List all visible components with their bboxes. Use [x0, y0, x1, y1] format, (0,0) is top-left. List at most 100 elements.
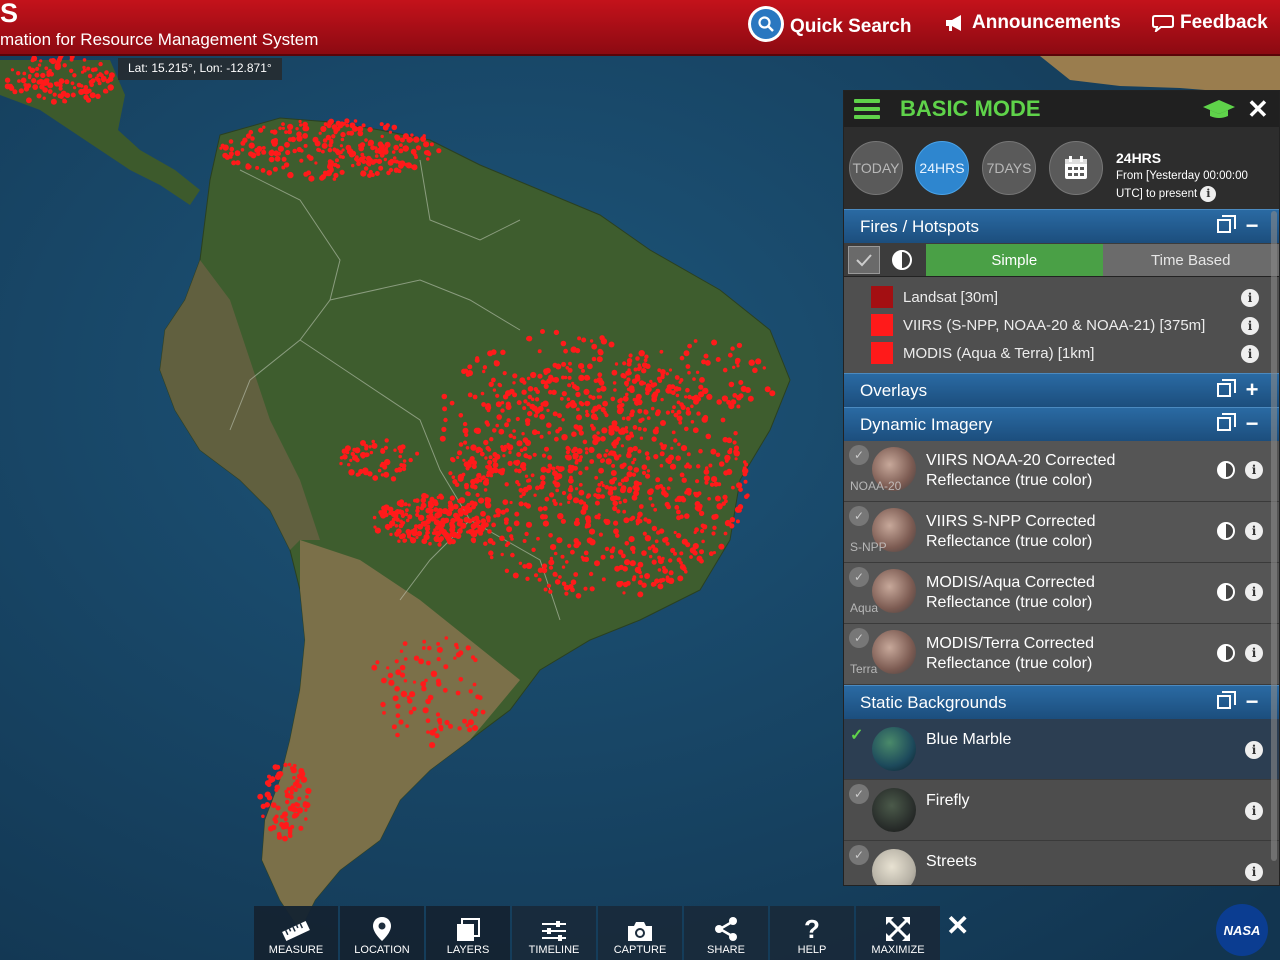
time-info-icon[interactable]: i	[1200, 186, 1217, 202]
info-icon[interactable]: i	[1245, 461, 1263, 479]
fire-hotspot	[621, 553, 626, 559]
background-firefly[interactable]: ✓ Firefly i	[844, 780, 1279, 841]
time-today-button[interactable]: TODAY	[849, 141, 903, 195]
coordinate-readout: Lat: 15.215°, Lon: -12.871°	[118, 58, 282, 80]
info-icon[interactable]: i	[1241, 317, 1259, 335]
check-icon[interactable]: ✓	[849, 445, 869, 465]
expand-icon[interactable]: +	[1245, 379, 1259, 401]
share-button[interactable]: SHARE	[684, 906, 768, 960]
fire-hotspot	[339, 169, 345, 175]
fire-hotspot	[662, 568, 669, 574]
calendar-icon[interactable]	[1049, 141, 1103, 195]
collapse-icon[interactable]: −	[1245, 215, 1259, 237]
opacity-icon[interactable]	[1217, 583, 1235, 601]
close-panel-icon[interactable]: ✕	[1247, 94, 1269, 125]
info-icon[interactable]: i	[1245, 522, 1263, 540]
collapse-icon[interactable]: −	[1245, 691, 1259, 713]
fires-section-header[interactable]: Fires / Hotspots −	[844, 209, 1279, 243]
menu-icon[interactable]	[854, 99, 880, 119]
fire-layer-viirs[interactable]: VIIRS (S-NPP, NOAA-20 & NOAA-21) [375m] …	[844, 311, 1279, 339]
fire-hotspot	[439, 727, 444, 732]
fire-hotspot	[598, 380, 605, 386]
fire-hotspot	[394, 135, 401, 141]
info-icon[interactable]: i	[1241, 289, 1259, 307]
layers-button[interactable]: LAYERS	[426, 906, 510, 960]
fire-layer-modis[interactable]: MODIS (Aqua & Terra) [1km] i	[844, 339, 1279, 367]
fire-hotspot	[509, 388, 515, 395]
measure-button[interactable]: MEASURE	[254, 906, 338, 960]
fire-hotspot	[685, 364, 691, 369]
opacity-icon[interactable]	[1217, 461, 1235, 479]
fire-hotspot	[470, 531, 476, 537]
select-all-checkbox[interactable]	[848, 246, 880, 274]
timeline-button[interactable]: TIMELINE	[512, 906, 596, 960]
fire-hotspot	[548, 389, 553, 395]
quick-search-button[interactable]: Quick Search	[748, 6, 911, 42]
fire-hotspot	[276, 774, 281, 779]
background-blue-marble[interactable]: ✓ Blue Marble i	[844, 719, 1279, 780]
dynamic-imagery-section-header[interactable]: Dynamic Imagery −	[844, 407, 1279, 441]
tab-time-based[interactable]: Time Based	[1102, 244, 1279, 276]
feedback-button[interactable]: Feedback	[1152, 12, 1268, 34]
fire-hotspot	[278, 126, 282, 131]
fire-hotspot	[10, 68, 14, 72]
fire-hotspot	[605, 458, 612, 465]
info-icon[interactable]: i	[1245, 802, 1263, 820]
maximize-button[interactable]: MAXIMIZE	[856, 906, 940, 960]
fire-hotspot	[577, 458, 583, 463]
check-icon[interactable]: ✓	[849, 628, 869, 648]
fire-hotspot	[612, 486, 617, 491]
fire-layer-landsat[interactable]: Landsat [30m] i	[844, 283, 1279, 311]
static-backgrounds-section-header[interactable]: Static Backgrounds −	[844, 685, 1279, 719]
fire-hotspot	[458, 650, 464, 656]
info-icon[interactable]: i	[1245, 644, 1263, 662]
dynamic-layer-terra[interactable]: ✓ Terra MODIS/Terra Corrected Reflectance…	[844, 624, 1279, 685]
announcements-button[interactable]: Announcements	[944, 12, 1121, 34]
fire-hotspot	[107, 76, 114, 82]
collapse-icon[interactable]: −	[1245, 413, 1259, 435]
copy-icon[interactable]	[1217, 413, 1236, 431]
info-icon[interactable]: i	[1245, 863, 1263, 881]
graduation-cap-icon[interactable]	[1202, 98, 1236, 120]
overlays-section-header[interactable]: Overlays +	[844, 373, 1279, 407]
fire-hotspot	[658, 528, 665, 534]
opacity-icon[interactable]	[1217, 644, 1235, 662]
background-streets[interactable]: ✓ Streets i	[844, 841, 1279, 885]
fire-hotspot	[701, 539, 705, 544]
info-icon[interactable]: i	[1245, 583, 1263, 601]
fire-hotspot	[644, 535, 652, 542]
fire-hotspot	[353, 119, 358, 123]
fire-hotspot	[635, 356, 640, 361]
copy-icon[interactable]	[1217, 691, 1236, 709]
fire-hotspot	[395, 528, 402, 535]
location-button[interactable]: LOCATION	[340, 906, 424, 960]
fire-hotspot	[32, 68, 36, 72]
fire-hotspot	[703, 475, 711, 482]
copy-icon[interactable]	[1217, 215, 1236, 233]
capture-button[interactable]: CAPTURE	[598, 906, 682, 960]
fire-hotspot	[413, 153, 418, 158]
dynamic-layer-noaa20[interactable]: ✓ NOAA-20 VIIRS NOAA-20 Corrected Reflect…	[844, 441, 1279, 502]
check-icon[interactable]: ✓	[849, 845, 869, 865]
panel-scrollbar[interactable]	[1271, 211, 1277, 861]
info-icon[interactable]: i	[1241, 345, 1259, 363]
fire-hotspot	[380, 447, 385, 453]
fire-hotspot	[669, 463, 677, 470]
tab-simple[interactable]: Simple	[926, 244, 1103, 276]
opacity-icon[interactable]	[1217, 522, 1235, 540]
help-button[interactable]: ? HELP	[770, 906, 854, 960]
fire-hotspot	[722, 494, 728, 500]
check-icon[interactable]: ✓	[849, 506, 869, 526]
check-icon[interactable]: ✓	[849, 784, 869, 804]
copy-icon[interactable]	[1217, 379, 1236, 397]
dynamic-layer-aqua[interactable]: ✓ Aqua MODIS/Aqua Corrected Reflectance (…	[844, 563, 1279, 624]
fire-hotspot	[632, 445, 638, 452]
check-icon[interactable]: ✓	[849, 567, 869, 587]
contrast-icon[interactable]	[892, 250, 912, 270]
fire-hotspot	[747, 395, 754, 402]
close-toolbar-icon[interactable]: ✕	[946, 909, 969, 942]
time-24hrs-button[interactable]: 24HRS	[915, 141, 969, 195]
dynamic-layer-snpp[interactable]: ✓ S-NPP VIIRS S-NPP Corrected Reflectance…	[844, 502, 1279, 563]
info-icon[interactable]: i	[1245, 741, 1263, 759]
time-7days-button[interactable]: 7DAYS	[982, 141, 1036, 195]
